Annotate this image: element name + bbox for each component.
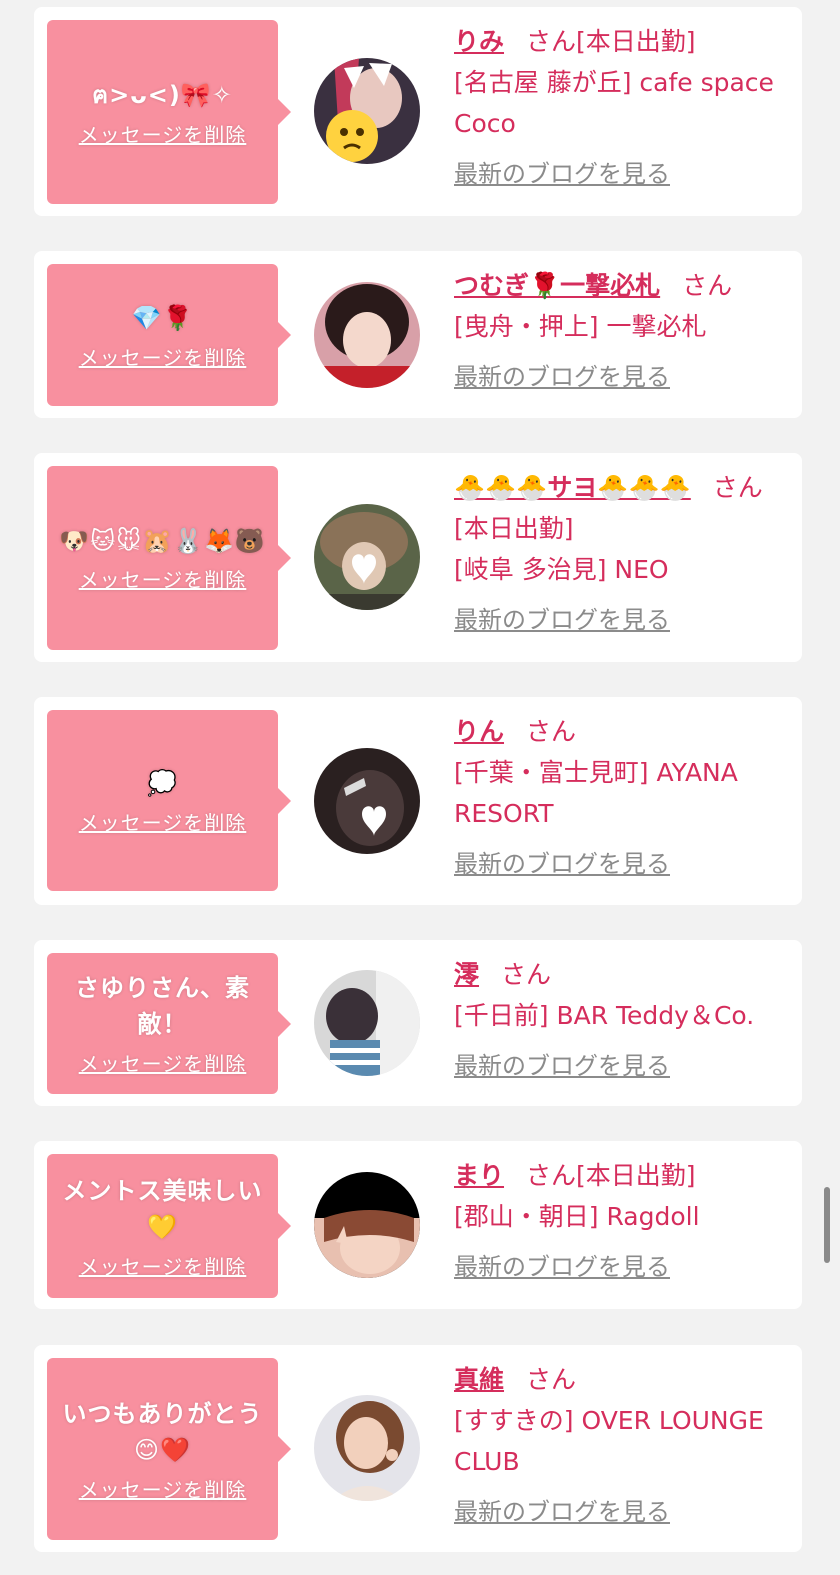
- avatar[interactable]: [314, 1172, 420, 1278]
- blog-link[interactable]: 最新のブログを見る: [454, 1247, 670, 1288]
- blog-link[interactable]: 最新のブログを見る: [454, 1046, 670, 1087]
- avatar-image: [314, 1172, 420, 1278]
- scrollbar[interactable]: [824, 1187, 830, 1263]
- delete-message-link[interactable]: メッセージを削除: [79, 807, 247, 836]
- honorific: さん: [712, 473, 763, 502]
- info-block: りみ さん[本日出勤] [名古屋 藤が丘] cafe space Coco 最新の…: [454, 21, 792, 195]
- avatar[interactable]: [314, 1395, 420, 1501]
- message-card: 💭 メッセージを削除 りん さん [千葉・富士見町] AYANA RESORT 最…: [34, 697, 802, 905]
- message-bubble: 🐶🐱🐭🐹🐰🦊🐻 メッセージを削除: [47, 466, 291, 650]
- message-text: さゆりさん、素敵！: [75, 974, 250, 1038]
- cast-name-link[interactable]: 真維: [454, 1365, 504, 1394]
- message-card: いつもありがとう😊❤️ メッセージを削除 真維 さん [すすきの] OVER LO…: [34, 1345, 802, 1552]
- status-text: [本日出勤]: [454, 514, 574, 543]
- blog-link[interactable]: 最新のブログを見る: [454, 357, 670, 398]
- delete-message-link[interactable]: メッセージを削除: [79, 119, 247, 148]
- delete-message-link[interactable]: メッセージを削除: [79, 342, 247, 371]
- avatar-image: [314, 58, 420, 164]
- shop-name: [千日前] BAR Teddy＆Co.: [454, 1001, 755, 1030]
- message-text: 💎🌹: [131, 303, 194, 332]
- info-block: りん さん [千葉・富士見町] AYANA RESORT 最新のブログを見る: [454, 711, 792, 885]
- message-text: 🐶🐱🐭🐹🐰🦊🐻: [59, 526, 266, 555]
- status-text: [本日出勤]: [576, 1161, 696, 1190]
- honorific: さん: [526, 1161, 577, 1190]
- cast-name-link[interactable]: 澪: [454, 960, 479, 989]
- cast-name-link[interactable]: 🐣🐣🐣サヨ🐣🐣🐣: [454, 473, 691, 502]
- cast-name-link[interactable]: まり: [454, 1161, 504, 1190]
- avatar-image: [314, 282, 420, 388]
- message-text: ฅ>ᴗ<)🎀✧: [92, 80, 233, 109]
- blog-link[interactable]: 最新のブログを見る: [454, 154, 670, 195]
- honorific: さん: [526, 1365, 577, 1394]
- message-text: 💭: [147, 769, 178, 797]
- cast-name-link[interactable]: りん: [454, 717, 504, 746]
- avatar[interactable]: [314, 58, 420, 164]
- avatar-image: [314, 504, 420, 610]
- honorific: さん: [526, 27, 577, 56]
- message-bubble: ฅ>ᴗ<)🎀✧ メッセージを削除: [47, 20, 291, 204]
- message-card: ฅ>ᴗ<)🎀✧ メッセージを削除 りみ さん[本日出勤] [名古屋 藤が丘] ca…: [34, 7, 802, 216]
- info-block: 🐣🐣🐣サヨ🐣🐣🐣 さん [本日出勤] [岐阜 多治見] NEO 最新のブログを見る: [454, 467, 792, 641]
- message-card: 🐶🐱🐭🐹🐰🦊🐻 メッセージを削除 🐣🐣🐣サヨ🐣🐣🐣 さん [本日出勤] [岐阜 多治…: [34, 453, 802, 662]
- shop-name: [すすきの] OVER LOUNGE CLUB: [454, 1406, 764, 1476]
- info-block: 澪さん [千日前] BAR Teddy＆Co. 最新のブログを見る: [454, 954, 792, 1087]
- honorific: さん: [682, 271, 733, 300]
- cast-name-link[interactable]: つむぎ🌹一撃必札: [454, 271, 660, 300]
- message-bubble: メントス美味しい💛 メッセージを削除: [47, 1154, 291, 1298]
- avatar-image: [314, 1395, 420, 1501]
- delete-message-link[interactable]: メッセージを削除: [79, 1474, 247, 1503]
- avatar-image: [314, 748, 420, 854]
- honorific: さん: [526, 717, 577, 746]
- shop-name: [名古屋 藤が丘] cafe space Coco: [454, 68, 774, 138]
- avatar[interactable]: [314, 970, 420, 1076]
- avatar[interactable]: [314, 504, 420, 610]
- message-text: いつもありがとう😊❤️: [62, 1399, 263, 1464]
- shop-name: [曳舟・押上] 一撃必札: [454, 312, 707, 341]
- message-bubble: さゆりさん、素敵！ メッセージを削除: [47, 953, 291, 1094]
- blog-link[interactable]: 最新のブログを見る: [454, 844, 670, 885]
- shop-name: [郡山・朝日] Ragdoll: [454, 1202, 700, 1231]
- message-card: 💎🌹 メッセージを削除 つむぎ🌹一撃必札 さん [曳舟・押上] 一撃必札 最新のブ…: [34, 251, 802, 418]
- blog-link[interactable]: 最新のブログを見る: [454, 1492, 670, 1533]
- message-card: さゆりさん、素敵！ メッセージを削除 澪さん [千日前] BAR Teddy＆C…: [34, 940, 802, 1106]
- blog-link[interactable]: 最新のブログを見る: [454, 600, 670, 641]
- status-text: [本日出勤]: [576, 27, 696, 56]
- delete-message-link[interactable]: メッセージを削除: [79, 1251, 247, 1280]
- delete-message-link[interactable]: メッセージを削除: [79, 564, 247, 593]
- message-card: メントス美味しい💛 メッセージを削除 まり さん[本日出勤] [郡山・朝日] Ra…: [34, 1141, 802, 1309]
- info-block: まり さん[本日出勤] [郡山・朝日] Ragdoll 最新のブログを見る: [454, 1155, 792, 1288]
- cast-name-link[interactable]: りみ: [454, 27, 504, 56]
- avatar[interactable]: [314, 748, 420, 854]
- avatar-image: [314, 970, 420, 1076]
- info-block: つむぎ🌹一撃必札 さん [曳舟・押上] 一撃必札 最新のブログを見る: [454, 265, 792, 398]
- message-bubble: 💎🌹 メッセージを削除: [47, 264, 291, 406]
- shop-name: [千葉・富士見町] AYANA RESORT: [454, 758, 738, 828]
- avatar[interactable]: [314, 282, 420, 388]
- message-bubble: いつもありがとう😊❤️ メッセージを削除: [47, 1358, 291, 1540]
- honorific: さん: [501, 960, 552, 989]
- delete-message-link[interactable]: メッセージを削除: [79, 1048, 247, 1077]
- message-bubble: 💭 メッセージを削除: [47, 710, 291, 891]
- shop-name: [岐阜 多治見] NEO: [454, 555, 669, 584]
- info-block: 真維 さん [すすきの] OVER LOUNGE CLUB 最新のブログを見る: [454, 1359, 792, 1533]
- message-text: メントス美味しい💛: [62, 1176, 263, 1241]
